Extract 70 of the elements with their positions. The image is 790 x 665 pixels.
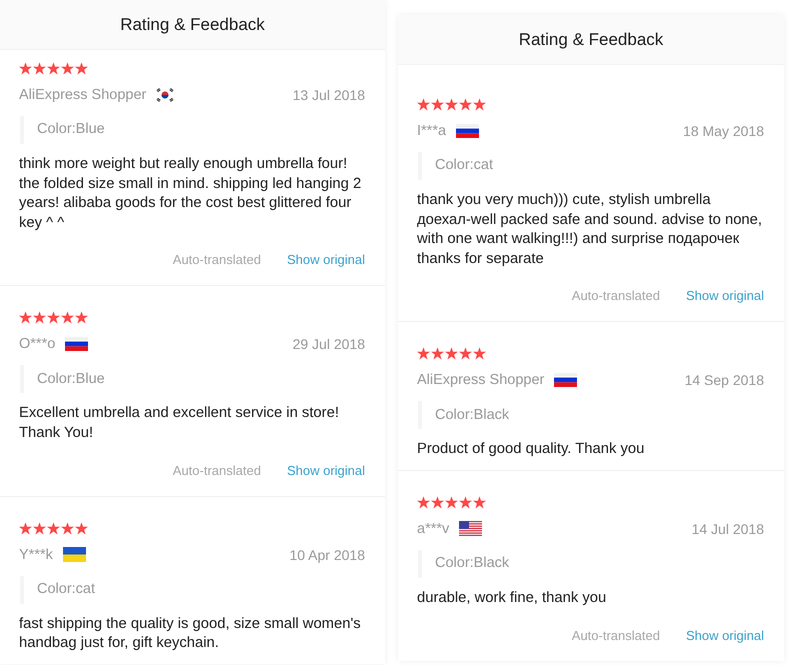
star-icon [417, 347, 430, 360]
show-original-link[interactable]: Show original [686, 286, 764, 306]
star-icon [445, 98, 458, 111]
star-icon [473, 347, 486, 360]
show-original-link[interactable]: Show original [286, 250, 365, 270]
color-option: Color:Black [418, 550, 514, 578]
star-icon [75, 311, 88, 324]
star-icon [33, 62, 46, 75]
star-icon [47, 311, 60, 324]
star-icon [19, 62, 32, 75]
star-icon [47, 522, 60, 535]
star-icon [33, 311, 46, 324]
show-original-link[interactable]: Show original [686, 626, 764, 646]
flag-icon [456, 124, 480, 138]
flag-icon [554, 373, 578, 388]
review-date: 13 Jul 2018 [292, 86, 365, 105]
star-icon [431, 347, 444, 360]
panel-title: Rating & Feedback [518, 28, 664, 50]
star-icon [459, 496, 472, 509]
star-icon [61, 311, 74, 324]
star-icon [19, 311, 32, 324]
flag-icon [62, 547, 86, 562]
review-date: 14 Sep 2018 [684, 371, 764, 390]
review-text: Product of good quality. Thank you [417, 440, 646, 460]
review-date: 14 Jul 2018 [692, 520, 764, 539]
review-date: 10 Apr 2018 [289, 546, 365, 565]
star-icon [473, 496, 486, 509]
author-name: AliExpress Shopper [19, 86, 146, 105]
author-name: I***a [417, 122, 446, 141]
author-name: Y***k [19, 546, 53, 565]
star-icon [75, 62, 88, 75]
color-option: Color:Blue [20, 116, 109, 144]
show-original-link[interactable]: Show original [286, 460, 365, 481]
star-icon [61, 522, 74, 535]
star-icon [75, 522, 88, 535]
panel-title: Rating & Feedback [120, 14, 265, 36]
color-option: Color:cat [418, 152, 498, 180]
star-icon [459, 98, 472, 111]
color-option: Color:Blue [20, 365, 109, 394]
star-icon [61, 62, 74, 75]
star-icon [445, 496, 458, 509]
color-option: Color:cat [20, 576, 100, 604]
review-date: 29 Jul 2018 [292, 335, 365, 354]
translation-note: Auto-translated [172, 462, 261, 480]
translation-note: Auto-translated [172, 251, 261, 270]
star-icon [417, 98, 430, 111]
flag-icon [156, 88, 174, 102]
author-name: a***v [417, 520, 450, 539]
star-icon [473, 98, 486, 111]
review-text: Excellent umbrella and excellent service in store! Thank You! [19, 404, 340, 443]
color-option: Color:Black [418, 401, 514, 430]
review-text: think more weight but really enough umbrella four! the folded size small in mind. shipping led hanging 2 years! alibaba goods for the cost best glittered four key ^ ^ [19, 155, 362, 233]
translation-note: Auto-translated [572, 287, 660, 306]
review-text: durable, work fine, thank you [417, 588, 608, 608]
review-date: 18 May 2018 [683, 122, 764, 141]
author-name: O***o [19, 335, 56, 354]
star-icon [459, 347, 472, 360]
star-icon [47, 62, 60, 75]
flag-icon [459, 521, 482, 536]
star-icon [417, 496, 430, 509]
review-text: thank you very much))) cute, stylish umbrella доехал-well packed safe and sound. advise to none, with one want walking!!!) and surprise подарочек thanks for separate [417, 191, 763, 269]
star-icon [431, 496, 444, 509]
star-icon [445, 347, 458, 360]
star-icon [19, 522, 32, 535]
review-text: fast shipping the quality is good, size small women's handbag just for, gift keychain. [19, 614, 362, 654]
star-icon [33, 522, 46, 535]
flag-icon [65, 337, 88, 352]
star-icon [431, 98, 444, 111]
translation-note: Auto-translated [572, 626, 660, 645]
author-name: AliExpress Shopper [417, 371, 544, 390]
